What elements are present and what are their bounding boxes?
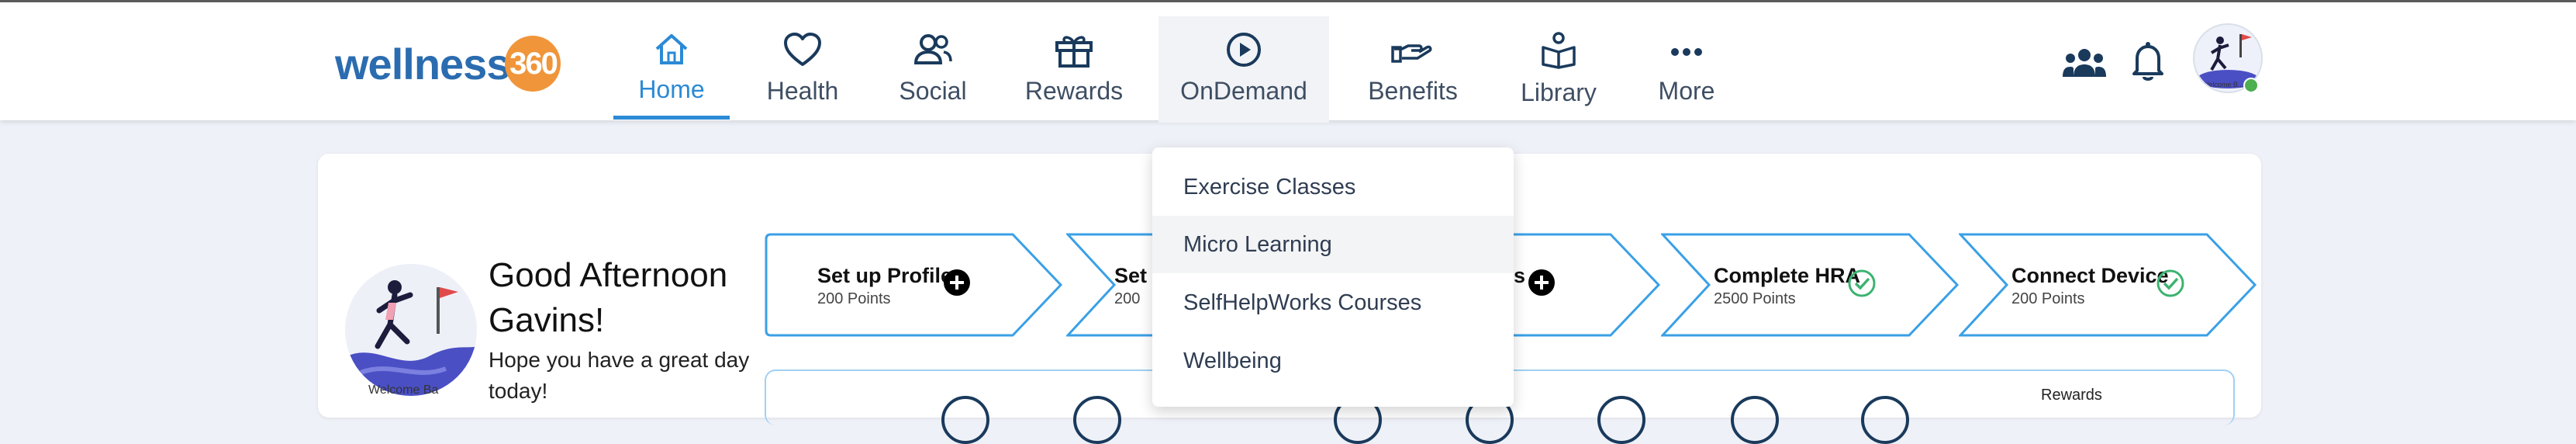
welcome-image-caption: Welcome Ba xyxy=(368,383,439,397)
reward-milestone xyxy=(1861,396,1909,444)
step-title: Set up Profile xyxy=(817,264,953,287)
group-icon[interactable] xyxy=(2063,46,2106,80)
step-points: 200 Points xyxy=(2011,290,2085,307)
step-complete-hra[interactable]: Complete HRA 2500 Points xyxy=(1661,233,1960,337)
heart-icon xyxy=(784,33,821,66)
check-circle-icon xyxy=(2156,269,2184,297)
greeting-subtext: Hope you have a great day today! xyxy=(489,348,750,403)
nav-home-label: Home xyxy=(638,75,705,103)
plus-circle-icon[interactable] xyxy=(1528,269,1556,297)
step-set[interactable]: Set 200 xyxy=(1066,233,1155,337)
welcome-illustration xyxy=(345,264,477,396)
menu-item-selfhelpworks-courses[interactable]: SelfHelpWorks Courses xyxy=(1152,274,1514,331)
book-icon xyxy=(1542,32,1576,69)
nav-more-label: More xyxy=(1658,77,1715,105)
more-dots-icon xyxy=(1671,48,1702,56)
step-title: s xyxy=(1514,264,1526,287)
brand-logo[interactable]: wellness 360 xyxy=(335,29,561,99)
reward-milestone xyxy=(1731,396,1779,444)
step-title: Connect Device xyxy=(2011,264,2169,287)
nav-library-label: Library xyxy=(1521,78,1597,106)
brand-number: 360 xyxy=(505,36,561,92)
nav-rewards-label: Rewards xyxy=(1024,77,1124,105)
nav-ondemand[interactable]: OnDemand xyxy=(1159,16,1329,123)
play-circle-icon xyxy=(1227,33,1261,67)
rewards-label: Rewards xyxy=(2041,387,2102,404)
nav-more[interactable]: More xyxy=(1628,16,1745,123)
plus-circle-icon[interactable] xyxy=(943,269,971,297)
reward-milestone xyxy=(1597,396,1645,444)
brand-name: wellness xyxy=(335,39,510,88)
check-circle-icon xyxy=(1848,269,1876,297)
ondemand-dropdown-menu: Exercise Classes Micro Learning SelfHelp… xyxy=(1152,147,1514,407)
gift-icon xyxy=(1055,36,1093,68)
step-points: 200 Points xyxy=(817,290,891,307)
nav-health-label: Health xyxy=(766,77,839,105)
bell-icon[interactable] xyxy=(2131,41,2165,82)
top-navigation-bar: wellness 360 Home Health Social Rewards … xyxy=(0,0,2576,123)
home-icon xyxy=(655,34,688,64)
online-status-dot xyxy=(2243,78,2259,93)
nav-social[interactable]: Social xyxy=(875,16,991,123)
nav-benefits-label: Benefits xyxy=(1368,77,1458,105)
step-points: 2500 Points xyxy=(1714,290,1796,307)
nav-ondemand-label: OnDemand xyxy=(1180,77,1307,105)
avatar-caption: Welcome B... xyxy=(2202,81,2244,88)
people-icon xyxy=(913,34,952,64)
menu-item-exercise-classes[interactable]: Exercise Classes xyxy=(1152,158,1514,216)
nav-social-label: Social xyxy=(899,77,967,105)
runner-illustration xyxy=(345,264,477,396)
nav-benefits[interactable]: Benefits xyxy=(1353,16,1473,123)
reward-milestone xyxy=(941,396,989,444)
step-title: Complete HRA xyxy=(1714,264,1861,287)
nav-library[interactable]: Library xyxy=(1500,16,1617,123)
step-points: 200 xyxy=(1114,290,1141,307)
nav-health[interactable]: Health xyxy=(744,16,861,123)
menu-item-wellbeing[interactable]: Wellbeing xyxy=(1152,332,1514,390)
reward-milestone xyxy=(1073,396,1121,444)
nav-home[interactable]: Home xyxy=(613,16,730,123)
greeting-heading: Good Afternoon Gavins! xyxy=(489,256,728,339)
step-title: Set xyxy=(1114,264,1148,287)
step-connect-device[interactable]: Connect Device 200 Points xyxy=(1959,233,2257,337)
hand-coin-icon xyxy=(1391,44,1432,63)
step-hidden[interactable]: s xyxy=(1514,233,1661,337)
menu-item-micro-learning[interactable]: Micro Learning xyxy=(1152,216,1514,273)
nav-rewards[interactable]: Rewards xyxy=(1016,16,1132,123)
step-setup-profile[interactable]: Set up Profile 200 Points xyxy=(765,233,1063,337)
